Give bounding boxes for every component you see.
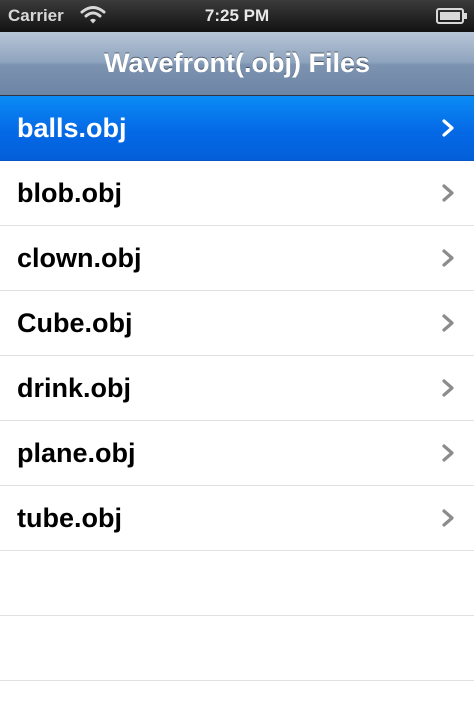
- file-row-cube[interactable]: Cube.obj: [0, 291, 474, 356]
- screen: Carrier 7:25 PM Wavefront(.obj) Files ba…: [0, 0, 474, 711]
- empty-row: [0, 551, 474, 616]
- file-row-drink[interactable]: drink.obj: [0, 356, 474, 421]
- file-label: drink.obj: [17, 373, 131, 403]
- chevron-right-icon: [442, 184, 454, 202]
- empty-row: [0, 616, 474, 681]
- chevron-right-icon: [442, 314, 454, 332]
- file-label: balls.obj: [17, 113, 127, 143]
- chevron-right-icon: [442, 379, 454, 397]
- navigation-bar: Wavefront(.obj) Files: [0, 32, 474, 96]
- file-label: tube.obj: [17, 503, 122, 533]
- nav-title: Wavefront(.obj) Files: [103, 48, 370, 78]
- file-label: clown.obj: [17, 243, 142, 273]
- file-label: blob.obj: [17, 178, 122, 208]
- chevron-right-icon: [442, 509, 454, 527]
- battery-icon: [436, 8, 467, 24]
- file-label: Cube.obj: [17, 308, 133, 338]
- file-list: balls.obj blob.obj clown.obj Cube.obj dr…: [0, 96, 474, 681]
- chevron-right-icon: [442, 249, 454, 267]
- chevron-right-icon: [442, 444, 454, 462]
- file-row-tube[interactable]: tube.obj: [0, 486, 474, 551]
- status-time: 7:25 PM: [204, 6, 270, 25]
- file-row-plane[interactable]: plane.obj: [0, 421, 474, 486]
- status-bar: Carrier 7:25 PM: [0, 0, 474, 32]
- chevron-right-icon: [442, 119, 454, 137]
- file-label: plane.obj: [17, 438, 136, 468]
- file-row-blob[interactable]: blob.obj: [0, 161, 474, 226]
- file-row-balls[interactable]: balls.obj: [0, 96, 474, 161]
- file-row-clown[interactable]: clown.obj: [0, 226, 474, 291]
